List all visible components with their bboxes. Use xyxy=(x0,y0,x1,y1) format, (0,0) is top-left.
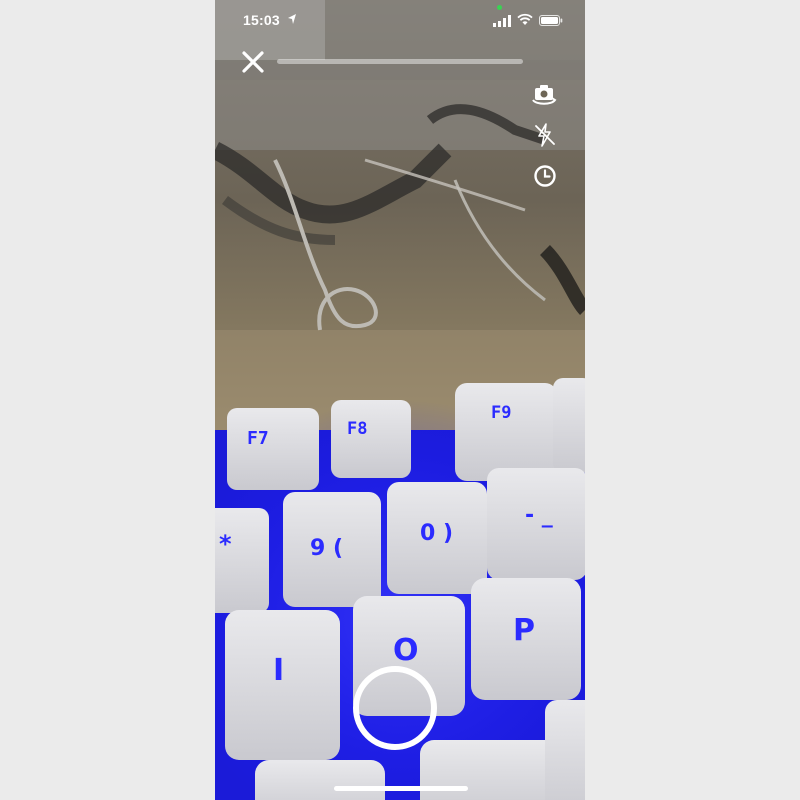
svg-text:O: O xyxy=(393,633,419,668)
location-arrow-icon xyxy=(288,14,296,24)
svg-text:F7: F7 xyxy=(247,428,269,449)
svg-text:9 (: 9 ( xyxy=(310,536,343,561)
cellular-signal-icon xyxy=(493,15,511,27)
flip-camera-icon[interactable] xyxy=(530,80,558,108)
timer-icon[interactable] xyxy=(531,162,559,190)
wifi-icon xyxy=(517,13,533,25)
close-icon[interactable] xyxy=(241,50,265,74)
recording-progress-bar xyxy=(277,59,523,64)
svg-text:F9: F9 xyxy=(491,403,511,423)
svg-text:- _: - _ xyxy=(525,503,553,528)
svg-text:*: * xyxy=(219,530,232,558)
svg-text:F8: F8 xyxy=(347,419,367,439)
shutter-button[interactable] xyxy=(353,666,437,750)
home-indicator[interactable] xyxy=(334,786,468,791)
svg-text:0 ): 0 ) xyxy=(420,521,453,546)
camera-in-use-indicator xyxy=(497,5,502,10)
camera-screen: F7 F8 F9 * 9 ( 0 ) - _ I O P 15:03 xyxy=(215,0,585,800)
svg-text:P: P xyxy=(513,613,535,648)
battery-icon xyxy=(539,15,563,26)
flash-off-icon[interactable] xyxy=(531,121,559,149)
status-bar: 15:03 xyxy=(215,0,585,40)
svg-text:I: I xyxy=(273,653,284,688)
status-time: 15:03 xyxy=(243,12,280,28)
